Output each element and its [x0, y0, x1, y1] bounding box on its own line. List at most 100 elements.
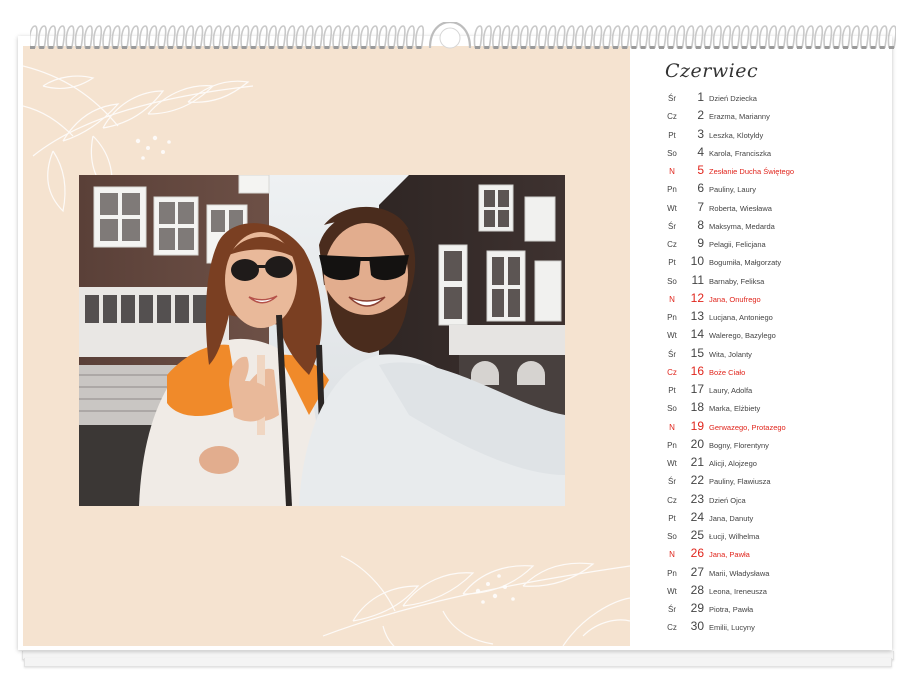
- calendar-day-row: Pt 24 Jana, Danuty: [632, 510, 890, 528]
- spiral-ring: [602, 25, 612, 49]
- binding-hole: [39, 46, 45, 49]
- binding-hole: [714, 46, 720, 49]
- binding-hole: [889, 46, 894, 49]
- spiral-ring: [703, 25, 713, 49]
- spiral-ring: [221, 25, 231, 49]
- day-number: 30: [690, 619, 704, 634]
- binding-hole: [361, 46, 367, 49]
- binding-hole: [502, 46, 508, 49]
- binding-hole: [769, 46, 775, 49]
- binding-hole: [879, 46, 885, 49]
- binding-hole: [603, 46, 609, 49]
- binding-hole: [94, 46, 100, 49]
- name-day-text: Dzień Ojca: [709, 495, 746, 505]
- day-number: 29: [690, 601, 704, 615]
- calendar-day-row: Pn 27 Marii, Władysława: [632, 565, 890, 583]
- spiral-ring: [528, 25, 538, 49]
- spiral-ring: [584, 25, 594, 49]
- spiral-ring: [482, 25, 492, 49]
- binding-hole: [112, 46, 118, 49]
- day-number: 20: [690, 436, 704, 451]
- binding-hole: [659, 46, 664, 49]
- spiral-ring: [492, 25, 502, 49]
- binding-hole: [214, 46, 219, 49]
- name-day-text: Bogumiła, Małgorzaty: [709, 258, 782, 268]
- name-day-text: Jana, Pawła: [709, 550, 750, 560]
- day-number: 19: [690, 418, 704, 433]
- spiral-ring: [405, 25, 415, 49]
- calendar-day-row: N 5 Zesłanie Ducha Świętego: [632, 163, 890, 181]
- binding-hole: [695, 46, 701, 49]
- calendar-day-row: N 26 Jana, Pawła: [632, 546, 890, 564]
- binding-hole: [686, 46, 692, 49]
- day-of-week: Śr: [668, 349, 676, 359]
- name-day-text: Lucjana, Antoniego: [709, 313, 773, 322]
- spiral-ring: [65, 25, 75, 49]
- day-of-week: Śr: [668, 477, 676, 487]
- spiral-ring: [860, 25, 870, 49]
- binding-hole: [149, 46, 155, 49]
- spiral-ring: [277, 25, 287, 49]
- day-of-week: Cz: [667, 495, 677, 505]
- binding-hole: [232, 46, 238, 49]
- spiral-ring: [28, 25, 38, 49]
- day-number: 1: [697, 90, 704, 104]
- day-number: 28: [690, 582, 704, 597]
- day-of-week: So: [667, 276, 677, 286]
- spiral-ring: [676, 25, 686, 49]
- spiral-ring: [685, 25, 695, 49]
- binding-hole: [539, 46, 545, 49]
- binding-hole: [521, 46, 526, 49]
- day-number: 12: [690, 290, 704, 305]
- spiral-ring: [639, 25, 649, 49]
- binding-hole: [548, 46, 554, 49]
- spiral-ring: [185, 25, 195, 49]
- binding-hole: [76, 46, 81, 49]
- binding-hole: [204, 46, 210, 49]
- binding-hole: [287, 46, 293, 49]
- day-of-week: Cz: [667, 623, 677, 633]
- binding-hole: [833, 46, 839, 49]
- calendar-day-row: Pt 17 Laury, Adolfa: [632, 382, 890, 400]
- binding-hole: [57, 46, 63, 49]
- spiral-ring: [758, 25, 768, 49]
- spiral-ring: [786, 25, 796, 49]
- spiral-ring: [648, 25, 658, 49]
- spiral-ring: [267, 25, 277, 49]
- binding-hole: [352, 46, 357, 49]
- spiral-ring: [102, 25, 112, 49]
- spiral-ring: [166, 25, 176, 49]
- name-day-text: Pauliny, Laury: [709, 185, 756, 195]
- day-of-week: Pt: [668, 130, 676, 140]
- day-number: 5: [697, 163, 704, 177]
- spiral-ring: [823, 25, 833, 49]
- day-of-week: Wt: [667, 586, 677, 596]
- calendar-day-row: Cz 30 Emilii, Lucyny: [632, 619, 890, 637]
- name-day-text: Leona, Ireneusza: [709, 586, 767, 596]
- binding-hole: [388, 46, 394, 49]
- day-of-week: Śr: [668, 221, 676, 231]
- day-of-week: Pt: [668, 386, 676, 395]
- day-of-week: Cz: [667, 112, 677, 122]
- binding-hole: [751, 46, 756, 49]
- spiral-ring: [473, 25, 483, 49]
- binding-hole: [260, 46, 265, 49]
- binding-hole: [306, 46, 311, 49]
- day-of-week: Pt: [668, 258, 676, 268]
- spiral-ring: [139, 25, 149, 49]
- day-of-week: Śr: [668, 94, 676, 103]
- calendar-day-row: Wt 7 Roberta, Wiesława: [632, 200, 890, 218]
- spiral-ring: [722, 25, 732, 49]
- day-number: 26: [690, 546, 704, 561]
- spiral-ring: [304, 25, 314, 49]
- spiral-ring: [350, 25, 360, 49]
- spiral-ring: [341, 25, 351, 49]
- binding-hole: [705, 46, 710, 49]
- spiral-ring: [611, 25, 621, 49]
- spiral-ring: [148, 25, 158, 49]
- spiral-ring: [56, 25, 66, 49]
- spiral-ring: [129, 25, 139, 49]
- spiral-ring: [194, 25, 204, 49]
- calendar-day-row: Cz 9 Pelagii, Felicjana: [632, 236, 890, 254]
- binding-hole: [269, 46, 275, 49]
